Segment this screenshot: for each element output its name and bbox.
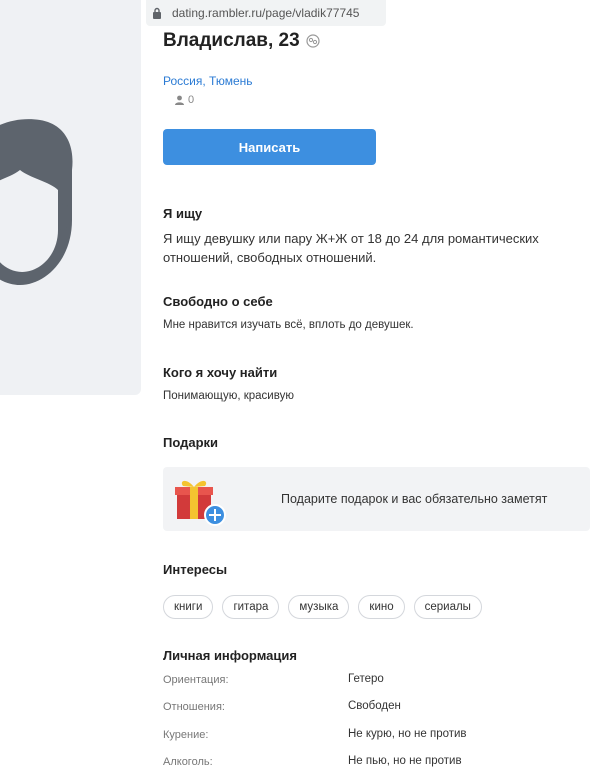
orientation-value: Гетеро (348, 673, 384, 685)
profile-photo-placeholder[interactable] (0, 0, 141, 395)
name-age-text: Владислав, 23 (163, 30, 300, 51)
write-message-button[interactable]: Написать (163, 129, 376, 165)
location-link[interactable]: Россия, Тюмень (163, 74, 253, 88)
relationship-label: Отношения: (163, 701, 225, 713)
smoking-value: Не курю, но не против (348, 728, 467, 740)
seeking-text: Я ищу девушку или пару Ж+Ж от 18 до 24 д… (163, 231, 539, 265)
about-title: Свободно о себе (163, 294, 273, 309)
about-text: Мне нравится изучать всё, вплоть до деву… (163, 319, 414, 331)
url-text: dating.rambler.ru/page/vladik77745 (172, 6, 360, 20)
smoking-label: Курение: (163, 729, 209, 741)
address-bar[interactable]: dating.rambler.ru/page/vladik77745 (146, 0, 386, 26)
avatar-silhouette-icon (0, 119, 73, 285)
seeking-title: Я ищу (163, 206, 203, 221)
interest-tag[interactable]: книги (163, 595, 214, 619)
followers-value: 0 (188, 94, 195, 106)
followers-count: 0 (175, 94, 194, 106)
person-icon (175, 95, 184, 105)
looking-for-text: Понимающую, красивую (163, 390, 294, 402)
interests-title: Интересы (163, 562, 228, 577)
lock-icon (152, 7, 162, 19)
gift-prompt-text: Подарите подарок и вас обязательно замет… (281, 492, 548, 506)
alcohol-value: Не пью, но не против (348, 755, 462, 767)
gift-icon[interactable] (171, 475, 227, 532)
interest-tag[interactable]: музыка (288, 595, 350, 619)
zodiac-icon (306, 34, 320, 48)
orientation-label: Ориентация: (163, 674, 229, 686)
gift-prompt-box[interactable]: Подарите подарок и вас обязательно замет… (163, 467, 590, 531)
looking-for-title: Кого я хочу найти (163, 365, 278, 380)
alcohol-label: Алкоголь: (163, 756, 213, 768)
interest-tags: книги гитара музыка кино сериалы (163, 595, 491, 619)
relationship-value: Свободен (348, 700, 401, 712)
interest-tag[interactable]: кино (358, 595, 405, 619)
interest-tag[interactable]: гитара (222, 595, 280, 619)
gifts-title: Подарки (163, 435, 219, 450)
interest-tag[interactable]: сериалы (413, 595, 482, 619)
profile-name: Владислав, 23 (163, 30, 320, 52)
personal-info-title: Личная информация (163, 648, 297, 663)
